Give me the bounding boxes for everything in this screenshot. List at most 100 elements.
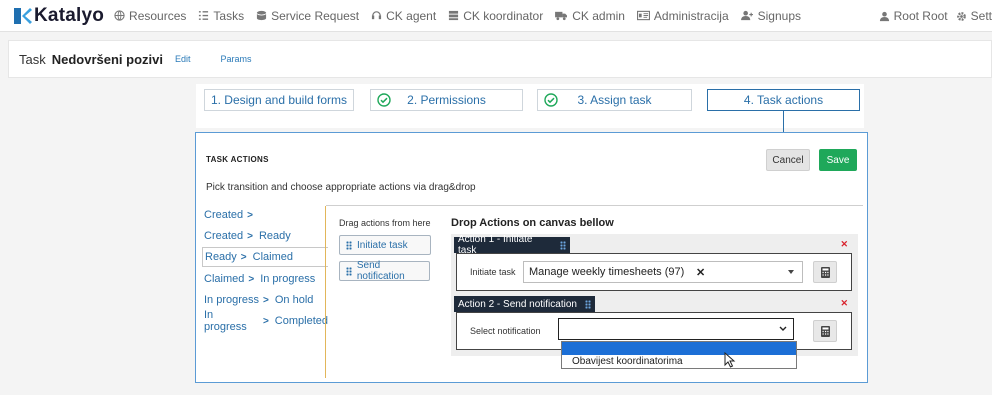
step-label: 1. Design and build forms	[210, 93, 348, 107]
user-name: Root Root	[893, 9, 948, 23]
drop-title: Drop Actions on canvas bellow	[451, 217, 614, 229]
transition-item[interactable]: Created >	[202, 205, 328, 225]
drag-send-notification[interactable]: Send notification	[339, 260, 430, 282]
cancel-button[interactable]: Cancel	[766, 149, 810, 171]
mouse-cursor-icon	[724, 352, 736, 368]
check-circle-icon	[377, 93, 391, 107]
clear-icon[interactable]: ✕	[696, 266, 705, 279]
dropdown-option[interactable]: Obavijest koordinatorima	[562, 355, 796, 369]
remove-action-icon[interactable]: ✕	[840, 298, 848, 309]
calculator-button[interactable]	[813, 320, 837, 342]
user-icon	[879, 11, 889, 21]
user-menu[interactable]: Root Root	[879, 9, 948, 23]
wizard-steps: 1. Design and build forms 2. Permissions…	[196, 84, 864, 128]
transition-to: In progress	[260, 273, 316, 285]
params-link[interactable]: Params	[221, 54, 252, 64]
caret-down-icon	[788, 270, 794, 274]
calculator-icon	[820, 266, 830, 278]
chevron-right-icon: >	[240, 251, 247, 263]
list-icon	[199, 11, 209, 20]
nav-label: Service Request	[271, 8, 360, 23]
settings-label: Sett	[970, 9, 992, 23]
top-navbar: Katalyo Resources Tasks Service Request …	[0, 0, 992, 32]
globe-icon	[114, 10, 125, 21]
transition-from: Claimed	[204, 273, 245, 285]
chevron-down-icon	[779, 326, 787, 331]
nav-signups[interactable]: Signups	[740, 9, 801, 23]
action-body: Initiate task Manage weekly timesheets (…	[456, 253, 852, 291]
drag-handle-icon	[584, 299, 591, 309]
drag-title: Drag actions from here	[339, 218, 431, 228]
nav-label: Administracija	[653, 8, 729, 23]
nav-label: CK koordinator	[463, 8, 544, 23]
transition-from: In progress	[204, 294, 260, 306]
action-label: Select notification	[470, 326, 541, 336]
calculator-button[interactable]	[813, 261, 837, 283]
notification-select[interactable]	[558, 318, 794, 340]
panel-title: TASK ACTIONS	[206, 155, 269, 164]
task-label: Task	[19, 51, 46, 67]
initiate-task-select[interactable]: Manage weekly timesheets (97) ✕	[523, 261, 803, 283]
transition-item[interactable]: In progress > Completed	[202, 309, 328, 333]
panel-hint: Pick transition and choose appropriate a…	[206, 182, 476, 193]
nav-administracija[interactable]: Administracija	[636, 8, 729, 23]
nav-service-request[interactable]: Service Request	[256, 9, 359, 23]
gear-icon	[956, 11, 966, 21]
transition-item[interactable]: In progress > On hold	[202, 290, 328, 310]
chevron-right-icon: >	[247, 230, 253, 242]
step-label: 4. Task actions	[743, 93, 824, 107]
brand-name: Katalyo	[34, 4, 105, 26]
step-assign-task[interactable]: 3. Assign task	[537, 89, 692, 111]
drop-canvas[interactable]: Action 1 - Initiate task ✕ Initiate task…	[451, 234, 858, 356]
drag-handle-icon	[346, 266, 352, 276]
transition-to: Completed	[274, 315, 328, 327]
brand-logo[interactable]: Katalyo	[14, 5, 104, 27]
transition-to: Ready	[258, 230, 291, 242]
nav-ck-agent[interactable]: CK agent	[371, 9, 436, 23]
step-task-actions[interactable]: 4. Task actions	[707, 89, 860, 111]
calculator-icon	[820, 325, 830, 337]
action-label: Initiate task	[470, 267, 516, 277]
nav-label: Tasks	[213, 8, 245, 23]
divider	[326, 205, 863, 206]
id-card-icon	[636, 10, 650, 21]
nav-ck-koordinator[interactable]: CK koordinator	[448, 9, 543, 23]
katalyo-logo-icon	[14, 7, 32, 24]
action-title: Action 2 - Send notification	[458, 298, 577, 310]
remove-action-icon[interactable]: ✕	[840, 239, 848, 250]
transition-from: Ready	[205, 251, 237, 263]
transition-to: Claimed	[252, 251, 293, 263]
transition-item-selected[interactable]: Ready > Claimed	[202, 247, 328, 267]
nav-ck-admin[interactable]: CK admin	[555, 9, 625, 23]
drag-item-label: Send notification	[356, 260, 405, 282]
transition-to: On hold	[274, 294, 314, 306]
transition-from: Created	[204, 230, 244, 242]
step-permissions[interactable]: 2. Permissions	[370, 89, 523, 111]
nav-right: Root Root Sett	[879, 0, 992, 32]
chevron-right-icon: >	[247, 209, 253, 221]
settings-menu[interactable]: Sett	[956, 9, 992, 23]
edit-link[interactable]: Edit	[175, 54, 191, 64]
step-connector	[783, 111, 784, 133]
notification-dropdown-list[interactable]: Obavijest koordinatorima	[561, 341, 797, 369]
step-design-forms[interactable]: 1. Design and build forms	[204, 89, 354, 111]
action-header[interactable]: Action 2 - Send notification	[454, 296, 595, 312]
user-plus-icon	[740, 10, 753, 21]
nav-resources[interactable]: Resources	[114, 9, 186, 23]
truck-icon	[555, 11, 568, 21]
check-circle-icon	[544, 93, 558, 107]
chevron-right-icon: >	[262, 315, 269, 327]
dropdown-option-empty[interactable]	[562, 342, 796, 355]
nav-label: CK admin	[572, 8, 625, 23]
transition-item[interactable]: Created > Ready	[202, 226, 328, 246]
transition-item[interactable]: Claimed > In progress	[202, 269, 328, 289]
drag-handle-icon	[346, 240, 352, 250]
database-icon	[257, 10, 267, 21]
step-label: 2. Permissions	[407, 93, 486, 107]
drag-initiate-task[interactable]: Initiate task	[339, 235, 431, 255]
save-button[interactable]: Save	[819, 149, 857, 171]
nav-tasks[interactable]: Tasks	[198, 9, 244, 23]
transition-from: Created	[204, 209, 244, 221]
action-header[interactable]: Action 1 - Initiate task	[454, 234, 570, 256]
select-value: Manage weekly timesheets (97)	[529, 266, 685, 278]
